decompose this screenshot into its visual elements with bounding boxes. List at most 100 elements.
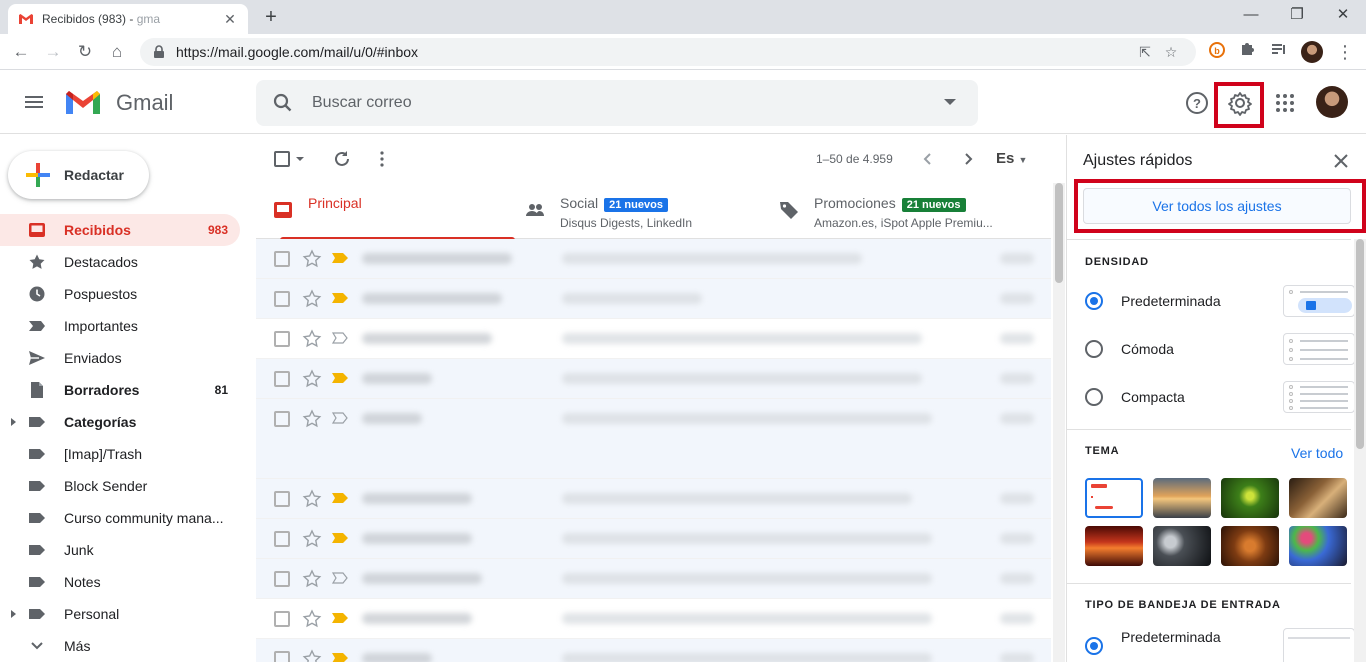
browser-tab-gmail[interactable]: Recibidos (983) - gma ✕ bbox=[8, 4, 248, 34]
gmail-logo-icon[interactable] bbox=[64, 88, 102, 116]
theme-chess[interactable] bbox=[1289, 478, 1347, 518]
density-option-compact[interactable]: Compacta bbox=[1085, 377, 1355, 417]
table-row[interactable] bbox=[256, 239, 1051, 279]
radio-inbox-default[interactable] bbox=[1085, 637, 1103, 655]
row-checkbox[interactable] bbox=[274, 371, 290, 387]
inbox-type-option-default[interactable]: Predeterminada bbox=[1085, 617, 1355, 662]
radio-default[interactable] bbox=[1085, 292, 1103, 310]
table-row[interactable] bbox=[256, 319, 1051, 359]
row-checkbox[interactable] bbox=[274, 251, 290, 267]
forward-button[interactable]: → bbox=[40, 39, 66, 65]
email-list-scrollbar[interactable] bbox=[1053, 183, 1065, 662]
sidebar-item-imap-trash[interactable]: [Imap]/Trash bbox=[0, 438, 240, 470]
important-marker-icon[interactable] bbox=[332, 252, 348, 264]
tab-social[interactable]: Social 21 nuevos Disqus Digests, LinkedIn bbox=[524, 183, 764, 239]
important-marker-icon[interactable] bbox=[332, 292, 348, 304]
compose-button[interactable]: Redactar bbox=[8, 151, 149, 199]
radio-comfortable[interactable] bbox=[1085, 340, 1103, 358]
important-marker-icon[interactable] bbox=[332, 492, 348, 504]
density-option-default[interactable]: Predeterminada bbox=[1085, 281, 1355, 321]
star-icon[interactable] bbox=[302, 329, 322, 349]
star-icon[interactable] bbox=[302, 569, 322, 589]
select-all-checkbox[interactable] bbox=[274, 149, 294, 169]
search-options-icon[interactable] bbox=[944, 99, 956, 105]
sidebar-item-destacados[interactable]: Destacados bbox=[0, 246, 240, 278]
input-tools-select[interactable]: Es ▼ bbox=[996, 150, 1027, 167]
sidebar-item-block-sender[interactable]: Block Sender bbox=[0, 470, 240, 502]
density-option-comfortable[interactable]: Cómoda bbox=[1085, 329, 1355, 369]
important-marker-icon[interactable] bbox=[332, 652, 348, 662]
address-bar[interactable]: https://mail.google.com/mail/u/0/#inbox … bbox=[140, 38, 1196, 66]
gear-icon[interactable] bbox=[1227, 90, 1253, 116]
browser-menu-icon[interactable]: ⋮ bbox=[1334, 41, 1356, 63]
search-input[interactable] bbox=[312, 80, 912, 126]
important-marker-icon[interactable] bbox=[332, 412, 348, 424]
quick-settings-scrollbar[interactable] bbox=[1354, 239, 1366, 662]
row-checkbox[interactable] bbox=[274, 531, 290, 547]
close-icon[interactable] bbox=[1331, 151, 1351, 171]
back-button[interactable]: ← bbox=[8, 39, 34, 65]
important-marker-icon[interactable] bbox=[332, 532, 348, 544]
see-all-settings-button[interactable]: Ver todos los ajustes bbox=[1083, 188, 1351, 224]
browser-profile-avatar[interactable] bbox=[1301, 41, 1323, 63]
maximize-button[interactable]: ❐ bbox=[1274, 0, 1320, 30]
sidebar-item-más[interactable]: Más bbox=[0, 630, 240, 662]
theme-default[interactable] bbox=[1085, 478, 1143, 518]
row-checkbox[interactable] bbox=[274, 331, 290, 347]
radio-compact[interactable] bbox=[1085, 388, 1103, 406]
important-marker-icon[interactable] bbox=[332, 332, 348, 344]
theme-sunset[interactable] bbox=[1153, 478, 1211, 518]
home-button[interactable]: ⌂ bbox=[104, 39, 130, 65]
star-icon[interactable] bbox=[302, 649, 322, 662]
important-marker-icon[interactable] bbox=[332, 612, 348, 624]
puzzle-icon[interactable] bbox=[1236, 41, 1258, 63]
sidebar-item-importantes[interactable]: Importantes bbox=[0, 310, 240, 342]
important-marker-icon[interactable] bbox=[332, 572, 348, 584]
sidebar-item-pospuestos[interactable]: Pospuestos bbox=[0, 278, 240, 310]
bookmark-star-icon[interactable]: ☆ bbox=[1158, 44, 1184, 61]
reload-button[interactable]: ↻ bbox=[72, 39, 98, 65]
table-row[interactable] bbox=[256, 559, 1051, 599]
table-row[interactable] bbox=[256, 479, 1051, 519]
table-row[interactable] bbox=[256, 639, 1051, 662]
theme-bubbles[interactable] bbox=[1153, 526, 1211, 566]
star-icon[interactable] bbox=[302, 409, 322, 429]
sidebar-item-curso-community-mana[interactable]: Curso community mana... bbox=[0, 502, 240, 534]
tab-principal[interactable]: Principal bbox=[272, 183, 515, 240]
theme-lights[interactable] bbox=[1289, 526, 1347, 566]
next-page-icon[interactable] bbox=[958, 149, 978, 169]
search-icon[interactable] bbox=[272, 92, 294, 114]
tab-promociones[interactable]: Promociones 21 nuevos Amazon.es, iSpot Ap… bbox=[778, 183, 1048, 239]
help-icon[interactable]: ? bbox=[1184, 90, 1210, 116]
sidebar-item-notes[interactable]: Notes bbox=[0, 566, 240, 598]
apps-grid-icon[interactable] bbox=[1272, 90, 1298, 116]
theme-see-all-link[interactable]: Ver todo bbox=[1291, 445, 1343, 461]
row-checkbox[interactable] bbox=[274, 291, 290, 307]
sidebar-item-junk[interactable]: Junk bbox=[0, 534, 240, 566]
expand-arrow-icon[interactable] bbox=[11, 610, 16, 618]
row-checkbox[interactable] bbox=[274, 651, 290, 662]
sidebar-item-recibidos[interactable]: Recibidos 983 bbox=[0, 214, 240, 246]
star-icon[interactable] bbox=[302, 489, 322, 509]
sidebar-item-enviados[interactable]: Enviados bbox=[0, 342, 240, 374]
new-tab-button[interactable]: + bbox=[258, 4, 284, 30]
table-row[interactable] bbox=[256, 399, 1051, 479]
star-icon[interactable] bbox=[302, 609, 322, 629]
star-icon[interactable] bbox=[302, 289, 322, 309]
star-icon[interactable] bbox=[302, 249, 322, 269]
extension-icon[interactable]: b bbox=[1206, 41, 1228, 63]
sidebar-item-personal[interactable]: Personal bbox=[0, 598, 240, 630]
theme-canyon[interactable] bbox=[1085, 526, 1143, 566]
refresh-icon[interactable] bbox=[332, 149, 352, 169]
expand-arrow-icon[interactable] bbox=[11, 418, 16, 426]
important-marker-icon[interactable] bbox=[332, 372, 348, 384]
row-checkbox[interactable] bbox=[274, 611, 290, 627]
more-actions-icon[interactable] bbox=[372, 149, 392, 169]
minimize-button[interactable]: — bbox=[1228, 0, 1274, 30]
close-window-button[interactable]: ✕ bbox=[1320, 0, 1366, 30]
close-tab-icon[interactable]: ✕ bbox=[222, 11, 238, 28]
main-menu-icon[interactable] bbox=[22, 90, 46, 114]
theme-autumn[interactable] bbox=[1221, 526, 1279, 566]
row-checkbox[interactable] bbox=[274, 411, 290, 427]
table-row[interactable] bbox=[256, 279, 1051, 319]
